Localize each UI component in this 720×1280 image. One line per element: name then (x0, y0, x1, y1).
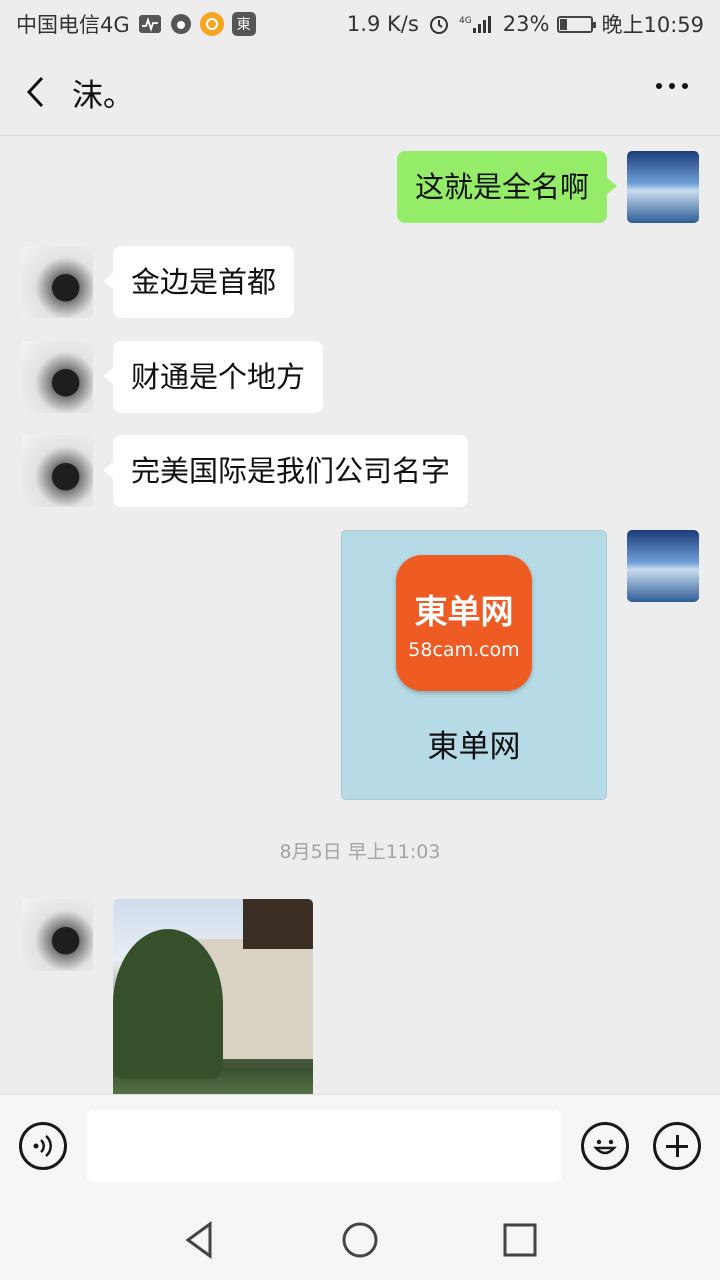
message-bubble-received[interactable]: 财通是个地方 (102, 341, 324, 413)
nav-back-button[interactable] (180, 1220, 220, 1260)
nav-recent-icon (503, 1223, 537, 1257)
notification-app-icon (170, 13, 192, 35)
nav-home-icon (342, 1222, 378, 1258)
my-avatar[interactable] (627, 530, 699, 602)
status-bar: 中国电信4G 東 1.9 K/s 4G 23% 晚上10:59 (0, 0, 720, 48)
status-right: 1.9 K/s 4G 23% 晚上10:59 (347, 9, 704, 39)
input-bar (0, 1094, 720, 1200)
app-badge-icon: 東 (231, 12, 256, 36)
my-avatar[interactable] (627, 151, 699, 223)
more-button[interactable] (652, 76, 692, 106)
system-nav-bar (0, 1200, 720, 1280)
nav-recent-button[interactable] (500, 1220, 540, 1260)
emoji-icon (593, 1139, 617, 1155)
message-list[interactable]: 这就是全名啊 金边是首都 财通是个地方 完美国际是我们公司名字 東单网 58ca… (0, 137, 720, 1094)
back-arrow-icon (26, 76, 44, 108)
photo-tree (113, 929, 223, 1079)
status-left: 中国电信4G 東 (16, 9, 256, 39)
contact-avatar[interactable] (21, 341, 93, 413)
voice-button[interactable] (19, 1122, 67, 1170)
image-message[interactable]: 東单网 58cam.com 東单网 (341, 530, 607, 800)
chat-header: 沫。 (0, 48, 720, 136)
image-caption: 東单网 (427, 729, 521, 765)
nav-back-icon (185, 1221, 212, 1259)
contact-avatar[interactable] (21, 246, 93, 318)
signal-icon: 4G (459, 13, 495, 35)
notification-orange-icon (199, 12, 224, 36)
alarm-icon (427, 12, 451, 36)
photo-message[interactable] (113, 899, 313, 1094)
photo-roof (243, 899, 313, 949)
activity-icon (138, 14, 162, 34)
logo-domain: 58cam.com (408, 639, 520, 661)
message-timestamp: 8月5日 早上11:03 (279, 841, 441, 863)
clock: 晚上10:59 (601, 13, 704, 37)
nav-home-button[interactable] (340, 1220, 380, 1260)
battery-icon (557, 15, 597, 33)
svg-text:4G: 4G (459, 16, 472, 26)
message-bubble-sent[interactable]: 这就是全名啊 (396, 151, 618, 223)
chat-title: 沫。 (72, 78, 134, 114)
contact-avatar[interactable] (21, 899, 93, 971)
more-icon (656, 83, 688, 89)
logo-text: 東单网 (414, 592, 514, 631)
message-input[interactable] (87, 1110, 561, 1182)
battery-percent: 23% (502, 12, 550, 36)
network-speed: 1.9 K/s (346, 12, 419, 36)
battery-fill (560, 18, 568, 30)
message-bubble-received[interactable]: 金边是首都 (102, 246, 295, 318)
plus-button[interactable] (653, 1122, 701, 1170)
voice-icon (33, 1135, 52, 1157)
app-logo-image: 東单网 58cam.com (396, 555, 532, 691)
message-bubble-received[interactable]: 完美国际是我们公司名字 (102, 435, 469, 507)
carrier-label: 中国电信4G (16, 13, 130, 37)
back-button[interactable] (20, 74, 56, 110)
emoji-button[interactable] (581, 1122, 629, 1170)
contact-avatar[interactable] (21, 435, 93, 507)
